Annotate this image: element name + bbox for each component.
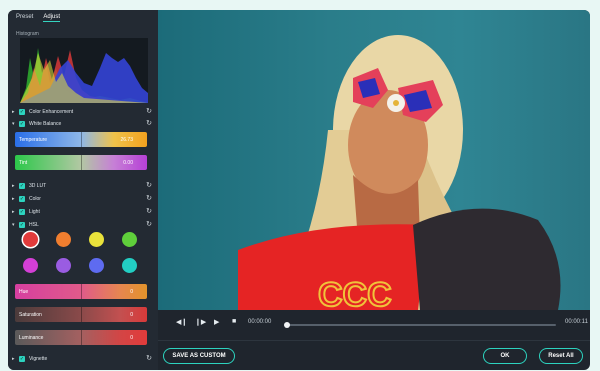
histogram-label: Histogram	[16, 31, 39, 37]
expand-icon[interactable]: ▸	[12, 183, 19, 189]
reset-icon[interactable]: ↻	[146, 207, 152, 215]
playhead-knob[interactable]	[284, 322, 290, 328]
hsl-color-swatch[interactable]	[56, 232, 71, 247]
section-vignette[interactable]: ▸ ✓ Vignette ↻	[12, 354, 152, 364]
hsl-color-swatch[interactable]	[89, 258, 104, 273]
slider-value: 26.73	[120, 137, 133, 143]
checkbox-icon[interactable]: ✓	[19, 356, 25, 362]
expand-icon[interactable]: ▸	[12, 109, 19, 115]
expand-icon[interactable]: ▸	[12, 196, 19, 202]
reset-icon[interactable]: ↻	[146, 107, 152, 115]
reset-icon[interactable]: ↻	[146, 354, 152, 362]
hsl-color-swatch[interactable]	[23, 232, 38, 247]
ok-button[interactable]: OK	[483, 348, 527, 364]
reset-icon[interactable]: ↻	[146, 220, 152, 228]
section-white-balance[interactable]: ▾ ✓ White Balance ↻	[12, 119, 152, 129]
slider-value: 0	[130, 289, 133, 295]
save-as-custom-button[interactable]: SAVE AS CUSTOM	[163, 348, 235, 364]
checkbox-icon[interactable]: ✓	[19, 196, 25, 202]
checkbox-icon[interactable]: ✓	[19, 183, 25, 189]
hsl-color-swatch[interactable]	[56, 258, 71, 273]
expand-icon[interactable]: ▸	[12, 356, 19, 362]
reset-all-button[interactable]: Reset All	[539, 348, 583, 364]
slider-label: Saturation	[19, 312, 42, 318]
reset-icon[interactable]: ↻	[146, 181, 152, 189]
expand-icon[interactable]: ▸	[12, 209, 19, 215]
slider-handle[interactable]	[81, 330, 82, 345]
hsl-color-swatch[interactable]	[23, 258, 38, 273]
temperature-slider[interactable]: Temperature 26.73	[15, 132, 147, 147]
tab-preset[interactable]: Preset	[16, 14, 33, 22]
section-3d-lut[interactable]: ▸ ✓ 3D LUT ↻	[12, 181, 152, 191]
section-light[interactable]: ▸ ✓ Light ↻	[12, 207, 152, 217]
slider-label: Luminance	[19, 335, 44, 341]
histogram	[20, 38, 148, 103]
slider-handle[interactable]	[81, 132, 82, 147]
slider-handle[interactable]	[81, 307, 82, 322]
histogram-graph	[20, 48, 148, 103]
section-label: Color Enhancement	[29, 109, 74, 115]
checkbox-icon[interactable]: ✓	[19, 109, 25, 115]
slider-label: Tint	[19, 160, 28, 166]
preview-image: CCC	[238, 35, 561, 310]
hsl-color-swatch[interactable]	[89, 232, 104, 247]
hsl-color-swatch[interactable]	[122, 258, 137, 273]
hsl-color-swatch[interactable]	[122, 232, 137, 247]
bottom-divider	[158, 340, 590, 341]
section-color-enhancement[interactable]: ▸ ✓ Color Enhancement ↻	[12, 107, 152, 117]
section-color[interactable]: ▸ ✓ Color ↻	[12, 194, 152, 204]
slider-value: 0.00	[123, 160, 133, 166]
section-label: Color	[29, 196, 41, 202]
tint-slider[interactable]: Tint 0.00	[15, 155, 147, 170]
reset-icon[interactable]: ↻	[146, 194, 152, 202]
slider-label: Temperature	[19, 137, 48, 143]
step-frame-icon[interactable]: ❙▶	[195, 318, 206, 326]
panel-tabs: Preset Adjust	[16, 14, 61, 22]
checkbox-icon[interactable]: ✓	[19, 209, 25, 215]
collapse-icon[interactable]: ▾	[12, 121, 19, 127]
checkbox-icon[interactable]: ✓	[19, 222, 25, 228]
reset-icon[interactable]: ↻	[146, 119, 152, 127]
slider-handle[interactable]	[81, 155, 82, 170]
video-preview[interactable]: CCC	[158, 10, 590, 310]
hue-slider[interactable]: Hue 0	[15, 284, 147, 299]
adjust-panel: Preset Adjust Histogram ▸ ✓ Color Enhanc…	[8, 10, 158, 370]
slider-handle[interactable]	[81, 284, 82, 299]
section-label: Light	[29, 209, 40, 215]
collapse-icon[interactable]: ▾	[12, 222, 19, 228]
skip-back-icon[interactable]: ◀❙	[176, 318, 187, 326]
slider-label: Hue	[19, 289, 29, 295]
checkbox-icon[interactable]: ✓	[19, 121, 25, 127]
tab-adjust[interactable]: Adjust	[43, 14, 61, 22]
total-time: 00:00:11	[565, 319, 588, 325]
section-label: Vignette	[29, 356, 48, 362]
slider-value: 0	[130, 312, 133, 318]
section-label: White Balance	[29, 121, 62, 127]
slider-value: 0	[130, 335, 133, 341]
section-label: HSL	[29, 222, 39, 228]
editor-window: Preset Adjust Histogram ▸ ✓ Color Enhanc…	[8, 10, 590, 370]
saturation-slider[interactable]: Saturation 0	[15, 307, 147, 322]
play-icon[interactable]: ▶	[214, 318, 219, 326]
current-time: 00:00:00	[248, 319, 272, 325]
player-controls: ◀❙ ❙▶ ▶ ■ 00:00:00 00:00:11	[158, 315, 590, 329]
section-hsl[interactable]: ▾ ✓ HSL ↻	[12, 220, 152, 230]
svg-text:CCC: CCC	[318, 276, 392, 310]
section-label: 3D LUT	[29, 183, 47, 189]
stop-icon[interactable]: ■	[232, 318, 236, 325]
timeline-track[interactable]	[286, 324, 556, 326]
luminance-slider[interactable]: Luminance 0	[15, 330, 147, 345]
